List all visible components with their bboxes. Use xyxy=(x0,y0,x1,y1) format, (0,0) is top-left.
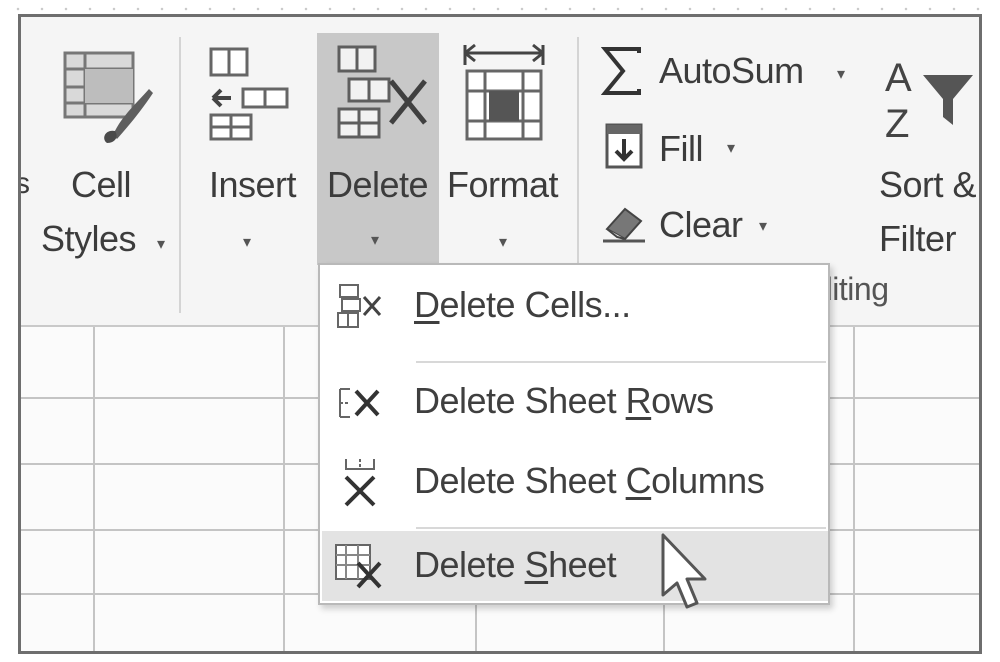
fill-button[interactable]: Fill ▾ xyxy=(593,121,763,177)
format-button[interactable]: Format ▾ xyxy=(443,35,567,285)
svg-text:Z: Z xyxy=(885,102,909,146)
format-label: Format xyxy=(447,164,559,205)
fill-label: Fill xyxy=(659,128,703,169)
chevron-down-icon: ▾ xyxy=(243,234,252,251)
delete-button[interactable]: Delete ▾ xyxy=(317,33,439,265)
chevron-down-icon: ▾ xyxy=(837,66,846,83)
sigma-icon xyxy=(601,47,641,95)
delete-cells-icon xyxy=(337,45,427,139)
chevron-down-icon: ▾ xyxy=(157,236,166,253)
delete-cells-icon xyxy=(337,284,382,328)
clear-label: Clear xyxy=(659,204,743,245)
fill-down-icon xyxy=(605,123,643,169)
clipped-label-fragment: s xyxy=(21,169,30,199)
delete-columns-icon xyxy=(344,459,376,507)
menu-separator xyxy=(416,361,826,363)
group-divider xyxy=(179,37,181,313)
sort-filter-icon: A Z xyxy=(885,56,973,146)
cell-styles-icon xyxy=(63,51,153,143)
chevron-down-icon: ▾ xyxy=(499,234,508,251)
group-divider xyxy=(577,37,579,263)
autosum-button[interactable]: AutoSum ▾ xyxy=(593,43,863,103)
menu-item-delete-sheet-rows[interactable]: Delete Sheet Rows xyxy=(322,367,828,437)
column-gridline xyxy=(93,327,95,651)
autosum-label: AutoSum xyxy=(659,50,804,91)
excel-window-crop: s Cell Styles ▾ xyxy=(18,14,982,654)
format-cells-icon xyxy=(463,43,545,141)
chevron-down-icon: ▾ xyxy=(759,218,768,235)
insert-button[interactable]: Insert ▾ xyxy=(197,35,301,285)
delete-rows-icon xyxy=(339,388,380,418)
sort-filter-label-line2: Filter xyxy=(879,218,957,259)
chevron-down-icon: ▾ xyxy=(981,237,982,253)
menu-item-label: Delete Sheet Columns xyxy=(414,460,765,501)
chevron-down-icon: ▾ xyxy=(371,232,380,249)
insert-label: Insert xyxy=(209,164,297,205)
chevron-down-icon: ▾ xyxy=(727,140,736,157)
insert-cells-icon xyxy=(209,47,289,141)
menu-item-delete-sheet[interactable]: Delete Sheet xyxy=(322,531,828,601)
menu-item-label: Delete Sheet xyxy=(414,544,617,585)
menu-separator xyxy=(416,527,826,529)
column-gridline xyxy=(283,327,285,651)
menu-item-label: Delete Cells... xyxy=(414,284,631,325)
svg-text:A: A xyxy=(885,56,912,100)
delete-dropdown-menu: Delete Cells... Delete Sheet Rows Delete… xyxy=(318,263,830,605)
cell-styles-label-line2: Styles xyxy=(41,218,137,259)
sort-filter-label-line1: Sort & xyxy=(879,164,977,205)
column-gridline xyxy=(853,327,855,651)
cell-styles-label-line1: Cell xyxy=(71,164,132,205)
sort-filter-button[interactable]: A Z Sort & Filter ▾ xyxy=(873,35,982,285)
eraser-icon xyxy=(603,207,645,243)
delete-label: Delete xyxy=(327,164,429,205)
menu-item-label: Delete Sheet Rows xyxy=(414,380,714,421)
menu-item-delete-sheet-columns[interactable]: Delete Sheet Columns xyxy=(322,447,828,517)
mouse-pointer-icon xyxy=(661,533,707,609)
delete-sheet-icon xyxy=(335,544,382,589)
top-edge-artifact xyxy=(0,0,1000,14)
cell-styles-button[interactable]: Cell Styles ▾ xyxy=(35,35,175,285)
menu-item-delete-cells[interactable]: Delete Cells... xyxy=(322,271,828,341)
clear-button[interactable]: Clear ▾ xyxy=(593,195,793,255)
